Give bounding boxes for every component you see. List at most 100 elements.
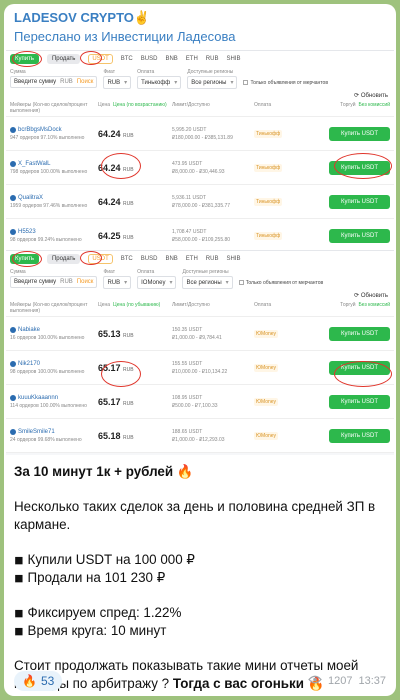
- avatar: [10, 160, 16, 167]
- advertiser-name-link[interactable]: X_FastWalL: [10, 160, 98, 167]
- asset-tab-shib[interactable]: SHIB: [226, 256, 240, 262]
- asset-tab-shib[interactable]: SHIB: [226, 56, 240, 62]
- sell-tab[interactable]: Продать: [46, 254, 81, 264]
- available-line: 1,708.47 USDT: [172, 228, 254, 236]
- amount-label: Сумма: [10, 69, 26, 75]
- payment-tag: Тинькофф: [254, 231, 283, 240]
- advertiser-name-link[interactable]: Nabiake: [10, 326, 98, 333]
- refresh-icon: ⟳: [354, 293, 361, 299]
- advertiser-stats: 24 ордеров 99.68% выполнено: [10, 436, 82, 443]
- regions-select[interactable]: Все регионы ▾: [187, 76, 238, 89]
- merchant-checkbox[interactable]: Только объявления от мерчантов: [238, 276, 324, 289]
- chevron-down-icon: ▾: [169, 280, 173, 286]
- buy-usdt-button[interactable]: Купить USDT: [329, 326, 390, 341]
- advertiser-cell: Nabiake 16 ордеров 100.00% выполнено: [10, 326, 98, 341]
- fiat-select[interactable]: RUB ▾: [103, 76, 132, 89]
- available-line: 5,995.20 USDT: [172, 126, 254, 134]
- buy-tab[interactable]: Купить: [10, 54, 39, 64]
- limit-value: ₽500.00 - ₽7,100.33: [172, 402, 218, 409]
- buy-usdt-button[interactable]: Купить USDT: [329, 394, 390, 409]
- asset-tab-bnb[interactable]: BNB: [165, 56, 177, 62]
- buy-tab[interactable]: Купить: [10, 254, 39, 264]
- available-value: 473.95 USDT: [172, 160, 203, 167]
- buy-usdt-button[interactable]: Купить USDT: [329, 228, 390, 243]
- advertiser-name-link[interactable]: QualitraX: [10, 194, 98, 201]
- buy-usdt-button[interactable]: Купить USDT: [329, 428, 390, 443]
- message-bubble: LADESOV CRYPTO✌️ Переслано из Инвестиции…: [4, 4, 396, 696]
- chevron-down-icon: ▾: [124, 280, 128, 286]
- price-unit: RUB: [123, 366, 134, 373]
- advertiser-name-link[interactable]: bcrBbgsMsDock: [10, 126, 98, 133]
- buy-usdt-button[interactable]: Купить USDT: [329, 194, 390, 209]
- asset-tab-usdt[interactable]: USDT: [88, 254, 113, 264]
- col-price-sort[interactable]: Цена (по убыванию): [113, 302, 160, 308]
- checkbox-box[interactable]: [243, 80, 249, 85]
- refresh-button[interactable]: ⟳ Обновить: [6, 291, 394, 300]
- asset-tab-eth[interactable]: ETH: [186, 256, 198, 262]
- fiat-select-group: Фиат RUB ▾: [103, 69, 132, 89]
- available-value: 5,995.20 USDT: [172, 126, 207, 133]
- forwarded-from[interactable]: Переслано из Инвестиции Ладесова: [14, 29, 386, 44]
- available-value: 108.95 USDT: [172, 394, 203, 401]
- table-row: Nik2170 98 ордеров 100.00% выполнено 65.17…: [6, 351, 394, 385]
- advertiser-name-link[interactable]: H5523: [10, 228, 98, 235]
- payment-select-value: IOMoney: [141, 279, 166, 286]
- merchant-checkbox-label: Только объявления от мерчантов: [245, 279, 324, 286]
- fiat-select[interactable]: RUB ▾: [103, 276, 132, 289]
- message-footer: 🔥 53 1207 13:37: [4, 666, 396, 696]
- regions-select-label: Доступные регионы: [187, 69, 234, 75]
- chevron-down-icon: ▾: [225, 280, 229, 286]
- reaction-button[interactable]: 🔥 53: [14, 671, 63, 691]
- merchant-checkbox[interactable]: Только объявления от мерчантов: [243, 76, 328, 89]
- payment-select[interactable]: Тинькофф ▾: [137, 76, 182, 89]
- channel-name[interactable]: LADESOV CRYPTO✌️: [14, 10, 386, 26]
- asset-tab-eth[interactable]: ETH: [186, 56, 198, 62]
- regions-select[interactable]: Все регионы ▾: [182, 276, 233, 289]
- payment-cell: ЮMoney: [254, 397, 324, 406]
- col-price-sort[interactable]: Цена (по возрастанию): [113, 102, 167, 108]
- filters-bar: Сумма Введите сумму RUB Поиск Фиат RUB ▾ Оплата…: [6, 267, 394, 291]
- buy-usdt-button[interactable]: Купить USDT: [329, 360, 390, 375]
- screenshot-p2p-buy-iomoney[interactable]: Купить Продать USDT BTC BUSD BNB ETH RUB SHIB Сум…: [6, 250, 394, 455]
- asset-tab-bnb[interactable]: BNB: [165, 256, 177, 262]
- asset-tabs: Купить Продать USDT BTC BUSD BNB ETH RUB SHIB: [6, 251, 394, 267]
- advertiser-name-link[interactable]: Nik2170: [10, 360, 98, 367]
- amount-input[interactable]: Введите сумму RUB Поиск: [10, 76, 98, 88]
- asset-tab-btc[interactable]: BTC: [121, 256, 133, 262]
- available-line: 188.65 USDT: [172, 428, 254, 436]
- search-button[interactable]: Поиск: [77, 279, 94, 285]
- advertiser-name-link[interactable]: SmileSmile71: [10, 428, 98, 435]
- payment-cell: ЮMoney: [254, 329, 324, 338]
- col-advertiser: Мейкеры (Кол-во сделок/процент выполнени…: [10, 302, 88, 314]
- price-unit: RUB: [123, 166, 134, 173]
- limit-value: ₽10,000.00 - ₽10,134.22: [172, 368, 228, 375]
- screenshot-p2p-buy-tinkoff[interactable]: Купить Продать USDT BTC BUSD BNB ETH RUB SHIB Сум…: [6, 50, 394, 250]
- limit-line: ₽8,000.00 - ₽30,446.93: [172, 168, 254, 176]
- advertiser-name-link[interactable]: kuuuKkaaannn: [10, 394, 98, 401]
- refresh-label: Обновить: [360, 293, 388, 299]
- checkbox-box[interactable]: [238, 280, 244, 285]
- buy-usdt-button[interactable]: Купить USDT: [329, 160, 390, 175]
- message-text: За 10 минут 1к + рублей 🔥 Несколько таки…: [4, 455, 396, 693]
- reaction-count: 53: [40, 674, 55, 688]
- payment-select[interactable]: IOMoney ▾: [137, 276, 177, 289]
- payment-tag: ЮMoney: [254, 329, 279, 338]
- action-cell: Купить USDT: [324, 428, 390, 443]
- asset-tab-busd[interactable]: BUSD: [141, 256, 158, 262]
- payment-select-label: Оплата: [137, 269, 155, 275]
- buy-usdt-button[interactable]: Купить USDT: [329, 126, 390, 141]
- search-button[interactable]: Поиск: [77, 79, 94, 85]
- asset-tab-busd[interactable]: BUSD: [141, 56, 158, 62]
- asset-tab-usdt[interactable]: USDT: [88, 54, 113, 64]
- col-fee: Без комиссий: [358, 102, 390, 108]
- col-price: Цена Цена (по возрастанию): [98, 102, 172, 114]
- asset-tab-rub[interactable]: RUB: [206, 56, 219, 62]
- sell-tab[interactable]: Продать: [46, 54, 81, 64]
- amount-placeholder: Введите сумму: [14, 279, 57, 285]
- col-payment: Оплата: [254, 102, 272, 108]
- amount-input[interactable]: Введите сумму RUB Поиск: [10, 276, 98, 288]
- asset-tab-rub[interactable]: RUB: [206, 256, 219, 262]
- asset-tab-btc[interactable]: BTC: [121, 56, 133, 62]
- refresh-button[interactable]: ⟳ Обновить: [6, 91, 394, 100]
- table-row: kuuuKkaaannn 114 ордеров 100.00% выполнен…: [6, 385, 394, 419]
